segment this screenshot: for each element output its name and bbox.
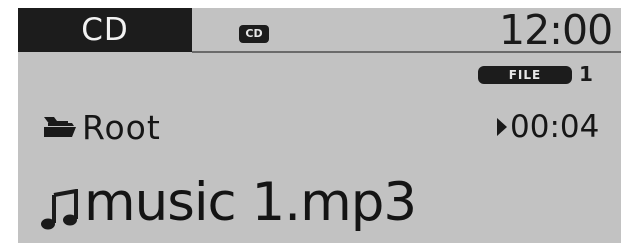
folder-icon: [44, 117, 76, 137]
music-note-icon: [41, 189, 78, 230]
elapsed-time: 00:04: [510, 109, 600, 145]
cd-source-badge: CD: [239, 25, 269, 43]
folder-name: Root: [82, 108, 161, 147]
clock: 12:00: [499, 8, 613, 54]
audio-display: CD CD 12:00 FILE 1 Root 00:04 music 1.mp…: [18, 8, 621, 243]
track-name: music 1.mp3: [84, 172, 417, 233]
header-divider: [192, 51, 621, 53]
status-bar: CD CD 12:00: [18, 8, 621, 54]
play-icon: [497, 118, 507, 136]
file-number: 1: [579, 62, 593, 86]
mode-tab[interactable]: CD: [18, 8, 192, 52]
file-badge: FILE: [478, 66, 572, 84]
